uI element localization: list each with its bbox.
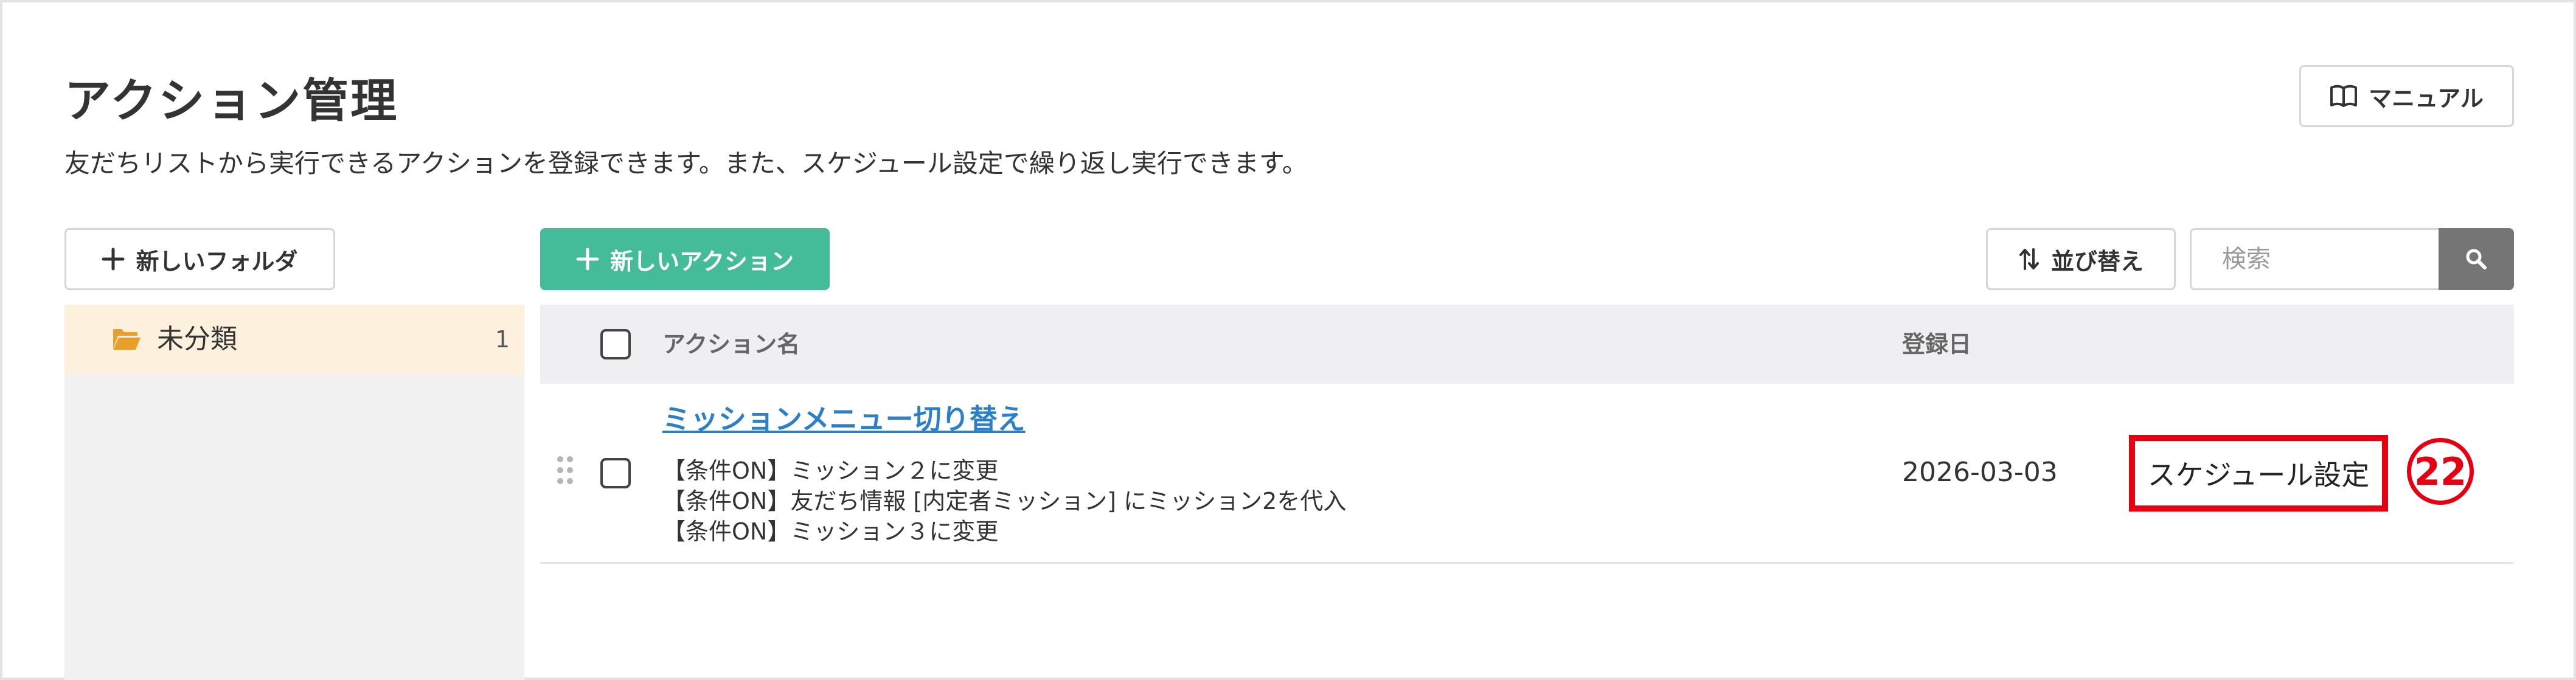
table-header: アクション名 登録日 [540,305,2514,384]
plus-icon [576,248,599,271]
schedule-settings-button[interactable]: スケジュール設定 [2129,435,2388,512]
folder-label: 未分類 [157,324,237,355]
page-description: 友だちリストから実行できるアクションを登録できます。また、スケジュール設定で繰り… [64,148,1308,178]
annotation-marker: 22 [2407,438,2474,505]
sort-arrows-icon [2019,248,2039,270]
folder-item-uncategorized[interactable]: 未分類 1 [64,305,524,374]
new-folder-button[interactable]: 新しいフォルダ [64,228,335,290]
search-input[interactable] [2190,228,2439,290]
action-name-link[interactable]: ミッションメニュー切り替え [662,401,1026,437]
book-icon [2330,85,2358,107]
folder-open-icon [113,329,141,350]
sort-label: 並び替え [2050,248,2144,275]
action-detail-line: 【条件ON】ミッション２に変更 [662,457,999,484]
action-detail-line: 【条件ON】ミッション３に変更 [662,518,999,545]
search-icon [2466,249,2487,269]
drag-handle-icon[interactable] [556,455,574,485]
row-checkbox[interactable] [600,458,631,488]
annotation-number: 22 [2414,449,2467,494]
plus-icon [102,248,125,271]
folder-sidebar: 未分類 1 [64,305,524,680]
table-row: ミッションメニュー切り替え 【条件ON】ミッション２に変更 【条件ON】友だち情… [540,384,2514,564]
column-header-action-name: アクション名 [662,331,800,358]
manual-button[interactable]: マニュアル [2299,65,2514,127]
new-action-button[interactable]: 新しいアクション [540,228,830,290]
manual-label: マニュアル [2369,85,2484,112]
schedule-settings-label: スケジュール設定 [2147,459,2370,491]
column-header-registered-date: 登録日 [1902,331,1972,358]
select-all-checkbox[interactable] [600,329,631,359]
page-title: アクション管理 [64,74,399,128]
new-action-label: 新しいアクション [609,248,794,275]
folder-count: 1 [495,326,510,353]
app-frame: アクション管理 友だちリストから実行できるアクションを登録できます。また、スケジ… [0,0,2576,680]
sort-button[interactable]: 並び替え [1986,228,2176,290]
new-folder-label: 新しいフォルダ [136,248,298,275]
registered-date: 2026-03-03 [1902,457,2058,488]
search-button[interactable] [2439,228,2514,290]
action-detail-line: 【条件ON】友だち情報 [内定者ミッション] にミッション2を代入 [662,488,1347,515]
